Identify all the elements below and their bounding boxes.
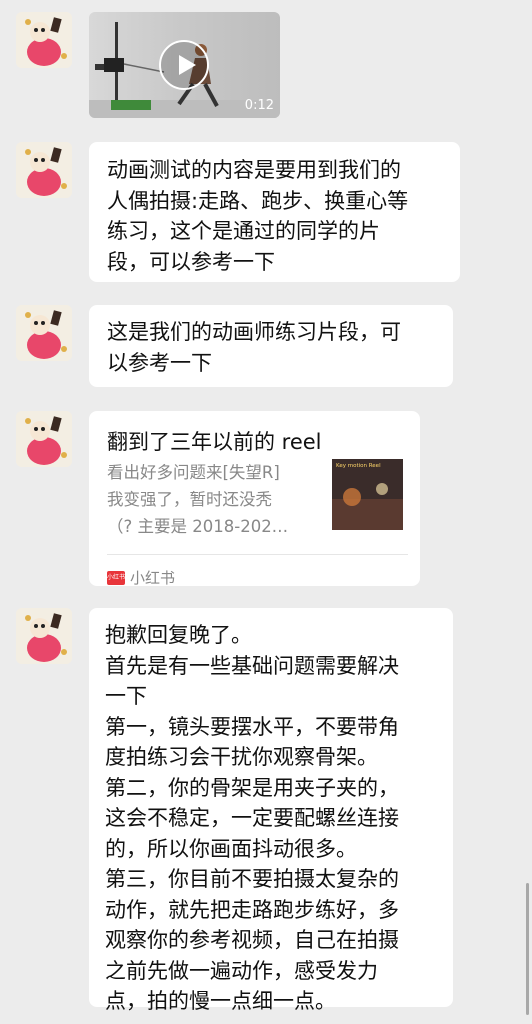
message-line: 第二，你的骨架是用夹子夹的， (105, 775, 399, 800)
message-line: 动作，就先把走路跑步练好，多 (105, 897, 399, 922)
message-line: 之前先做一遍动作，感受发力 (105, 958, 378, 983)
message-line: 练习，这个是通过的同学的片 (107, 219, 380, 243)
link-thumbnail-image: Key motion Reel (332, 459, 403, 530)
message-bubble[interactable]: 这是我们的动画师练习片段，可 以参考一下 (89, 305, 453, 387)
avatar[interactable] (16, 142, 72, 198)
message-line: 一下 (105, 684, 147, 708)
message-line: 第一，镜头要摆水平，不要带角 (105, 714, 399, 739)
avatar[interactable] (16, 608, 72, 664)
message-line: 这是我们的动画师练习片段，可 (107, 320, 401, 344)
link-thumbnail-caption: Key motion Reel (336, 463, 381, 469)
video-duration: 0:12 (244, 98, 274, 113)
avatar-image (16, 12, 72, 68)
message-line: 段，可以参考一下 (107, 249, 275, 274)
message-line: 这会不稳定，一定要配螺丝连接 (105, 806, 399, 830)
xiaohongshu-logo-icon: 小红书 (107, 571, 125, 585)
divider (107, 554, 408, 555)
play-icon[interactable] (159, 40, 209, 90)
message-line: 观察你的参考视频，自己在拍摄 (105, 928, 399, 952)
link-card[interactable]: 翻到了三年以前的 reel 看出好多问题来[失望R] 我变强了，暂时还没秃 （?… (89, 411, 420, 589)
avatar-image (16, 411, 72, 467)
link-card-title: 翻到了三年以前的 reel (107, 430, 322, 454)
message-line: 动画测试的内容是要用到我们的 (107, 158, 401, 182)
avatar-image (16, 608, 72, 664)
link-card-desc-line: 看出好多问题来[失望R] (107, 463, 280, 482)
message-line: 人偶拍摄:走路、跑步、换重心等 (107, 188, 409, 213)
avatar[interactable] (16, 305, 72, 361)
scrollbar[interactable] (526, 883, 529, 1015)
message-line: 首先是有一些基础问题需要解决 (105, 653, 399, 678)
link-card-desc-line: （? 主要是 2018-202… (107, 517, 289, 536)
message-bubble[interactable]: 动画测试的内容是要用到我们的 人偶拍摄:走路、跑步、换重心等 练习，这个是通过的… (89, 142, 460, 282)
avatar[interactable] (16, 411, 72, 467)
link-card-source-label: 小红书 (130, 568, 176, 587)
avatar-image (16, 142, 72, 198)
link-card-thumbnail: Key motion Reel (332, 459, 403, 530)
message-line: 抱歉回复晚了。 (105, 623, 252, 647)
message-line: 第三，你目前不要拍摄太复杂的 (105, 867, 399, 891)
link-card-source: 小红书 小红书 (107, 567, 175, 589)
avatar-image (16, 305, 72, 361)
message-line: 的，所以你画面抖动很多。 (105, 836, 357, 861)
message-line: 度拍练习会干扰你观察骨架。 (105, 745, 378, 769)
video-message[interactable]: 0:12 (89, 12, 280, 118)
link-card-description: 看出好多问题来[失望R] 我变强了，暂时还没秃 （? 主要是 2018-202… (107, 459, 321, 540)
message-bubble[interactable]: 抱歉回复晚了。 首先是有一些基础问题需要解决 一下 第一，镜头要摆水平，不要带角… (89, 608, 453, 1013)
link-card-desc-line: 我变强了，暂时还没秃 (107, 490, 272, 509)
message-line: 以参考一下 (107, 350, 212, 375)
message-line: 点，拍的慢一点细一点。 (105, 989, 336, 1013)
avatar[interactable] (16, 12, 72, 68)
